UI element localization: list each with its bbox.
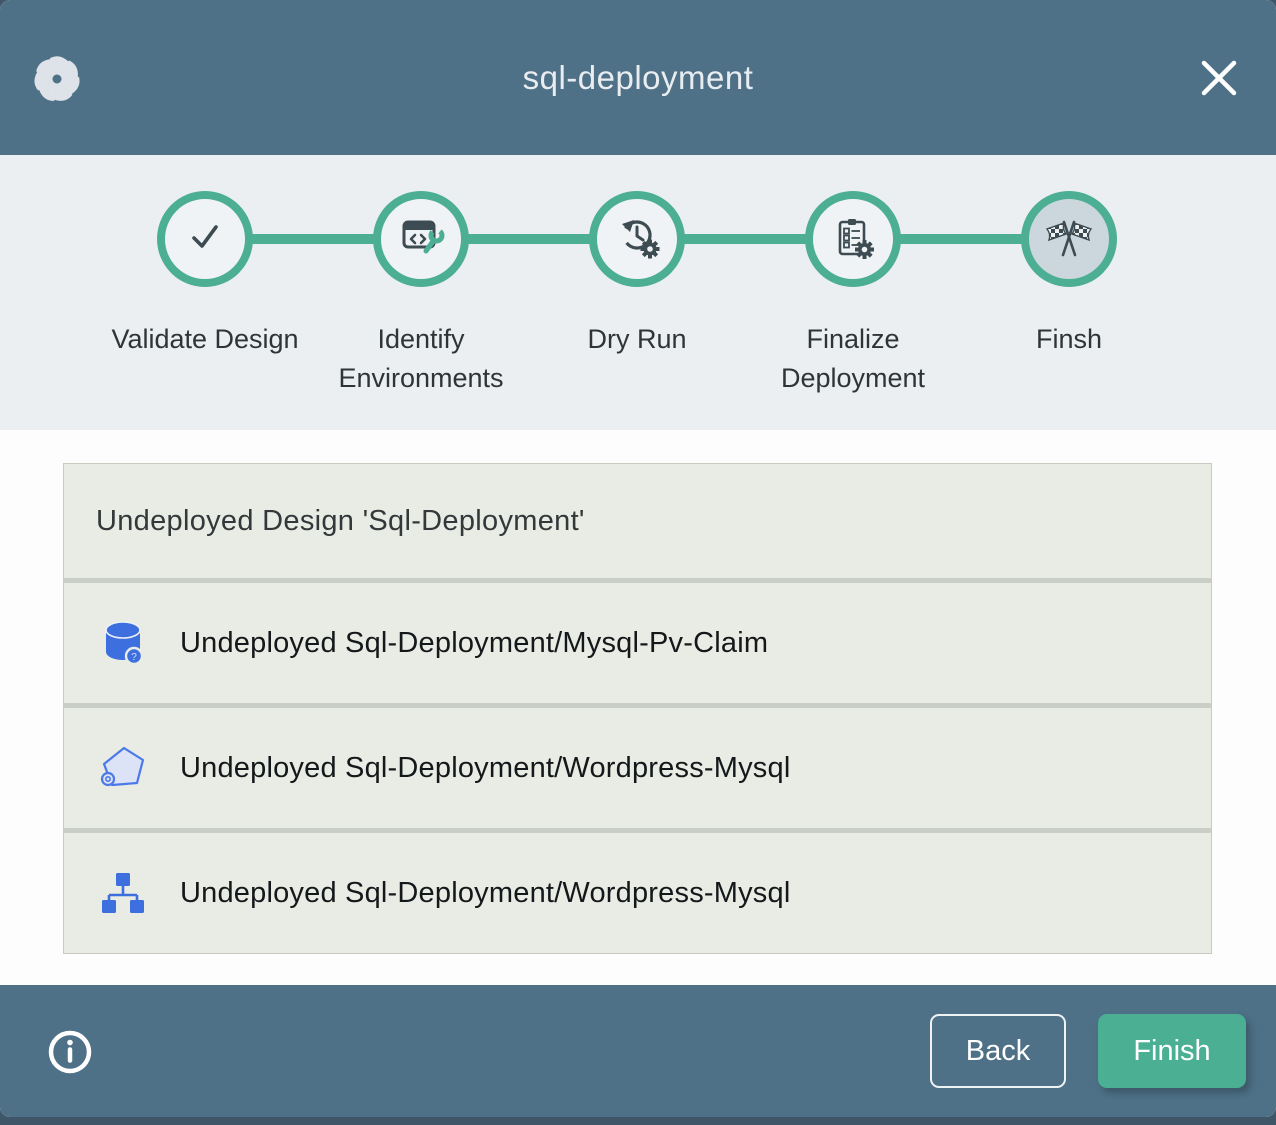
status-row: ? Undeployed Sql-Deployment/Mysql-Pv-Cla… <box>64 583 1211 703</box>
status-row-text: Undeployed Sql-Deployment/Wordpress-Mysq… <box>180 752 790 785</box>
step-validate-design[interactable]: Validate Design <box>97 155 313 398</box>
deployment-status-content: Undeployed Design 'Sql-Deployment' ? Und… <box>0 430 1276 985</box>
step-circle <box>589 191 685 287</box>
database-icon: ? <box>98 618 148 668</box>
svg-text:?: ? <box>131 652 137 663</box>
checkered-flags-icon <box>1043 213 1095 266</box>
code-window-wrench-icon <box>397 213 445 266</box>
step-label: Validate Design <box>111 320 298 359</box>
check-icon <box>181 213 229 266</box>
pentagon-pod-icon <box>98 743 148 793</box>
step-label: Finalize Deployment <box>751 320 956 398</box>
clipboard-gear-icon <box>829 213 877 266</box>
close-icon[interactable] <box>1196 55 1242 101</box>
status-row: Undeployed Sql-Deployment/Wordpress-Mysq… <box>64 833 1211 953</box>
status-row-text: Undeployed Sql-Deployment/Mysql-Pv-Claim <box>180 627 768 660</box>
status-row-text: Undeployed Sql-Deployment/Wordpress-Mysq… <box>180 877 790 910</box>
status-row: Undeployed Sql-Deployment/Wordpress-Mysq… <box>64 708 1211 828</box>
back-button[interactable]: Back <box>930 1014 1066 1088</box>
step-dry-run[interactable]: Dry Run <box>529 155 745 398</box>
dialog-title: sql-deployment <box>0 59 1276 97</box>
step-finish[interactable]: Finsh <box>961 155 1177 398</box>
step-circle-active <box>1021 191 1117 287</box>
deployment-wizard-dialog: sql-deployment Vali <box>0 0 1276 1117</box>
wizard-stepper: Validate Design Ident <box>0 155 1276 430</box>
step-circle <box>373 191 469 287</box>
step-identify-environments[interactable]: Identify Environments <box>313 155 529 398</box>
step-circle <box>805 191 901 287</box>
status-header-row: Undeployed Design 'Sql-Deployment' <box>64 464 1211 578</box>
step-circle <box>157 191 253 287</box>
status-header-text: Undeployed Design 'Sql-Deployment' <box>96 505 585 538</box>
dialog-header: sql-deployment <box>0 0 1276 155</box>
footer-actions: Back Finish <box>930 985 1246 1117</box>
status-panel: Undeployed Design 'Sql-Deployment' ? Und… <box>63 463 1212 954</box>
dialog-footer: Back Finish <box>0 985 1276 1117</box>
finish-button[interactable]: Finish <box>1098 1014 1246 1088</box>
history-gear-icon <box>613 213 661 266</box>
step-finalize-deployment[interactable]: Finalize Deployment <box>745 155 961 398</box>
step-label: Identify Environments <box>319 320 524 398</box>
info-icon[interactable] <box>47 1029 93 1075</box>
service-tree-icon <box>98 868 148 918</box>
step-label: Dry Run <box>587 320 686 359</box>
step-label: Finsh <box>1036 320 1102 359</box>
